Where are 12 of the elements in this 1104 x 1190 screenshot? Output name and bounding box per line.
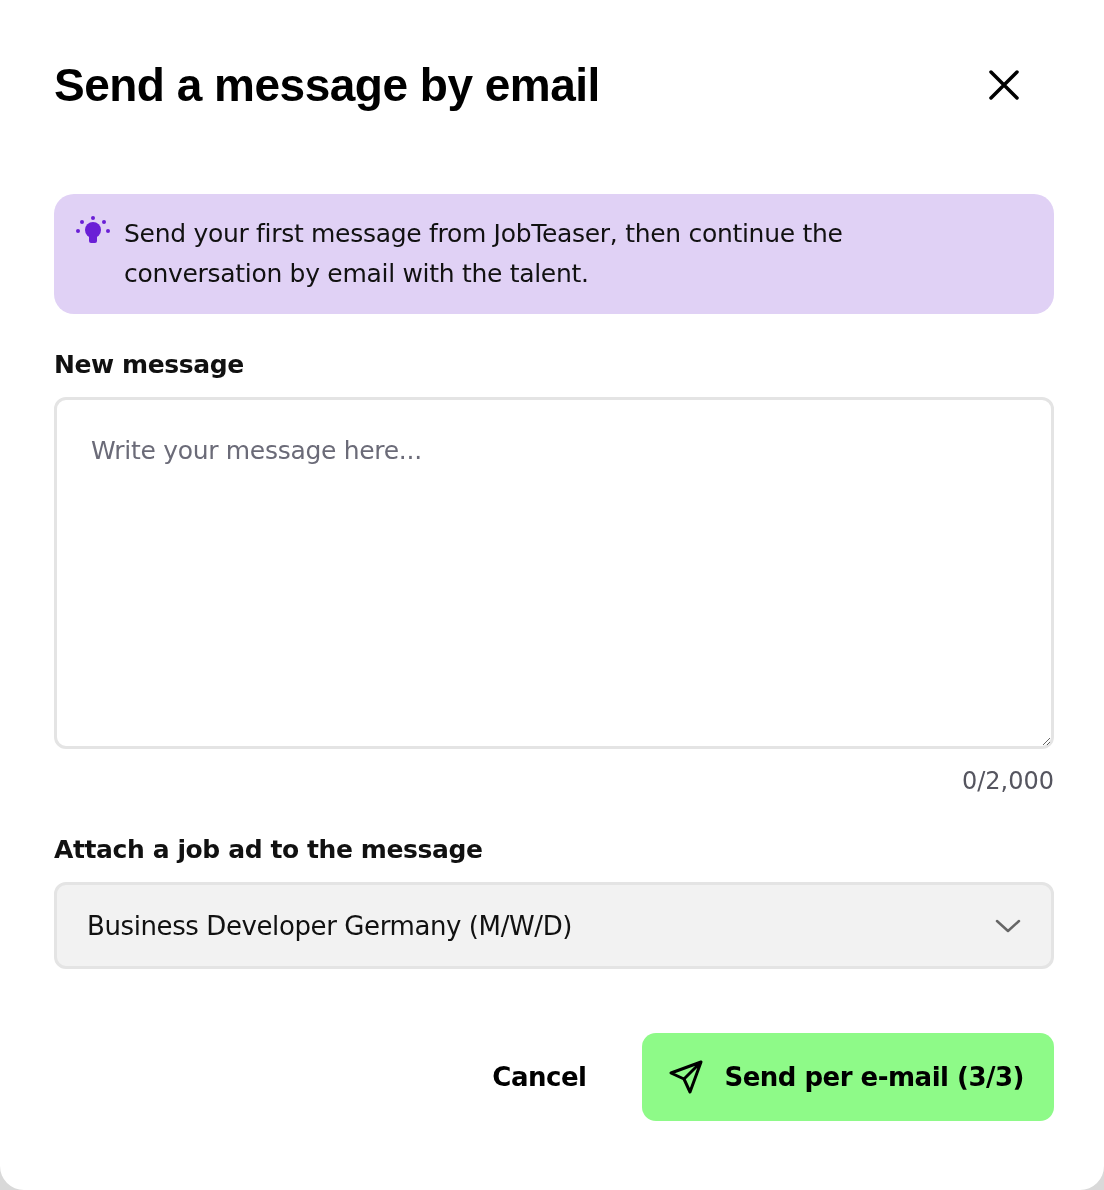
dialog-title: Send a message by email <box>54 58 600 112</box>
send-button[interactable]: Send per e-mail (3/3) <box>642 1033 1054 1121</box>
info-text: Send your first message from JobTeaser, then continue the conversation by email with the talent. <box>124 218 844 290</box>
send-icon <box>668 1059 705 1095</box>
cancel-button[interactable]: Cancel <box>462 1033 617 1121</box>
chevron-down-icon <box>995 917 1021 934</box>
message-field[interactable]: Write your message here... <box>54 397 1054 749</box>
character-counter: 0/2,000 <box>961 767 1054 795</box>
job-ad-dropdown[interactable]: Business Developer Germany (M/W/D) <box>54 882 1054 969</box>
close-icon <box>988 69 1020 101</box>
field-label: New message <box>54 350 245 379</box>
field-label: Attach a job ad to the message <box>54 835 484 864</box>
